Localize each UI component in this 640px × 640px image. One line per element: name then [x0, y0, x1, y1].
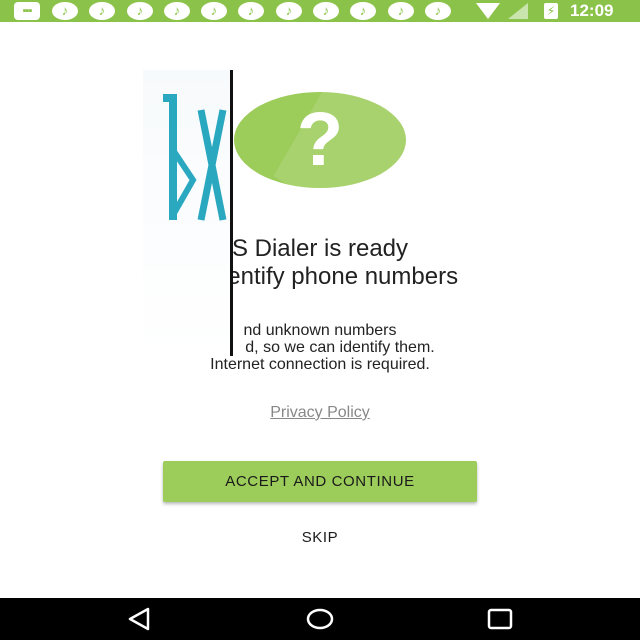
navigation-bar [0, 598, 640, 640]
recents-square-icon[interactable] [486, 607, 514, 631]
music-note-icon: ♪ [425, 2, 451, 20]
music-note-icon: ♪ [313, 2, 339, 20]
music-note-icon: ♪ [276, 2, 302, 20]
body-text-line-3: Internet connection is required. [210, 356, 430, 373]
overlay-divider [230, 70, 233, 356]
privacy-policy-link[interactable]: Privacy Policy [0, 404, 640, 422]
body-text-line-1: nd unknown numbers [243, 322, 397, 339]
home-circle-icon[interactable] [306, 607, 334, 631]
accept-and-continue-button[interactable]: ACCEPT AND CONTINUE [163, 461, 477, 502]
body-text-line-2: to d, so we can identify them. [205, 339, 435, 356]
wifi-icon [476, 3, 500, 19]
app-screen: ▪▪▪ ♪ ♪ ♪ ♪ ♪ ♪ ♪ ♪ ♪ ♪ ♪ ⚡ 12:09 ? S Di… [0, 0, 640, 640]
overlay-graphic [143, 70, 230, 356]
music-note-icon: ♪ [201, 2, 227, 20]
battery-charging-icon: ⚡ [544, 3, 558, 19]
status-clock: 12:09 [570, 1, 614, 20]
music-note-icon: ♪ [164, 2, 190, 20]
keyboard-icon: ▪▪▪ [14, 2, 40, 20]
music-note-icon: ♪ [238, 2, 264, 20]
music-note-icon: ♪ [127, 2, 153, 20]
help-question-icon: ? [234, 92, 406, 188]
music-note-icon: ♪ [350, 2, 376, 20]
music-note-icon: ♪ [52, 2, 78, 20]
music-note-icon: ♪ [89, 2, 115, 20]
headline-line-2: to identify phone numbers [181, 263, 459, 290]
headline-line-1: S Dialer is ready [231, 235, 409, 262]
skip-button[interactable]: SKIP [270, 526, 370, 550]
back-triangle-icon[interactable] [126, 607, 154, 631]
logo-glyph: ? [296, 97, 344, 182]
status-bar: ▪▪▪ ♪ ♪ ♪ ♪ ♪ ♪ ♪ ♪ ♪ ♪ ♪ ⚡ 12:09 [0, 0, 640, 22]
signal-icon [508, 3, 528, 19]
music-note-icon: ♪ [388, 2, 414, 20]
